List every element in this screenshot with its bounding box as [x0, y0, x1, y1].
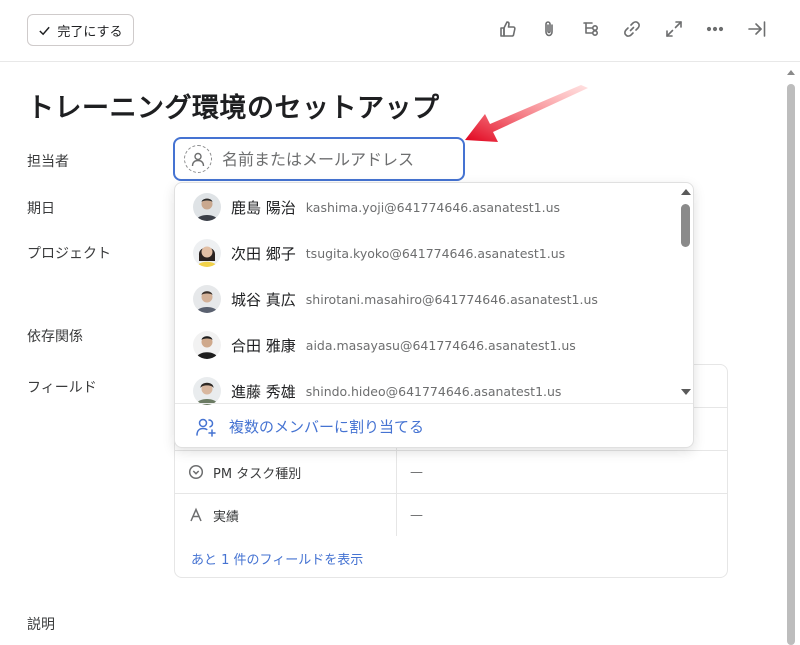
user-option[interactable]: 次田 郷子 tsugita.kyoko@641774646.asanatest1… — [175, 230, 675, 276]
user-email: aida.masayasu@641774646.asanatest1.us — [305, 337, 576, 353]
like-icon[interactable] — [497, 18, 519, 40]
field-value[interactable]: — — [397, 508, 423, 523]
assign-multiple-button[interactable]: 複数のメンバーに割り当てる — [175, 403, 693, 447]
link-icon[interactable] — [621, 18, 643, 40]
assignee-dropdown: 鹿島 陽治 kashima.yoji@641774646.asanatest1.… — [174, 182, 694, 448]
field-row-pm-task-type[interactable]: PM タスク種別 — — [175, 450, 727, 493]
field-value[interactable]: — — [397, 465, 423, 480]
user-option[interactable]: 城谷 真広 shirotani.masahiro@641774646.asana… — [175, 276, 675, 322]
assignee-label: 担当者 — [27, 154, 69, 170]
avatar — [193, 331, 221, 359]
close-panel-icon[interactable] — [746, 18, 768, 40]
add-members-icon — [196, 418, 216, 437]
avatar — [193, 239, 221, 267]
user-name: 合田 雅康 — [231, 336, 296, 355]
task-toolbar: 完了にする — [0, 0, 800, 62]
user-email: tsugita.kyoko@641774646.asanatest1.us — [305, 245, 566, 261]
assignee-search-input[interactable] — [222, 149, 442, 169]
mark-complete-label: 完了にする — [57, 24, 123, 40]
check-icon — [39, 26, 51, 35]
mark-complete-button[interactable]: 完了にする — [27, 14, 134, 46]
task-title[interactable]: トレーニング環境のセットアップ — [27, 86, 440, 125]
field-row-actual[interactable]: 実績 — — [175, 493, 727, 536]
subtask-icon[interactable] — [580, 18, 602, 40]
scrollbar-thumb[interactable] — [787, 84, 795, 645]
page-scrollbar[interactable] — [785, 70, 797, 645]
user-email: shirotani.masahiro@641774646.asanatest1.… — [305, 291, 598, 307]
fields-label: フィールド — [27, 380, 97, 396]
more-options-icon[interactable] — [704, 18, 726, 40]
user-name: 進藤 秀雄 — [231, 382, 296, 401]
user-email: kashima.yoji@641774646.asanatest1.us — [305, 199, 560, 215]
assignee-suggestion-list: 鹿島 陽治 kashima.yoji@641774646.asanatest1.… — [175, 183, 675, 405]
description-label: 説明 — [27, 617, 55, 633]
text-a-icon — [190, 507, 202, 522]
scroll-up-arrow-icon[interactable] — [681, 189, 691, 195]
dropdown-scrollbar[interactable] — [677, 183, 693, 403]
avatar — [193, 193, 221, 221]
field-name: PM タスク種別 — [213, 466, 302, 482]
user-name: 鹿島 陽治 — [231, 198, 296, 217]
chevron-circle-icon — [188, 464, 204, 480]
show-more-fields-link[interactable]: あと 1 件のフィールドを表示 — [191, 549, 363, 568]
dependencies-label: 依存関係 — [27, 329, 83, 345]
user-option[interactable]: 合田 雅康 aida.masayasu@641774646.asanatest1… — [175, 322, 675, 368]
due-date-label: 期日 — [27, 201, 55, 217]
assign-multiple-label: 複数のメンバーに割り当てる — [229, 418, 425, 436]
projects-label: プロジェクト — [27, 246, 111, 262]
user-email: shindo.hideo@641774646.asanatest1.us — [305, 383, 562, 399]
attachment-icon[interactable] — [538, 18, 560, 40]
red-arrow-icon — [465, 85, 588, 142]
dropdown-scrollbar-thumb[interactable] — [681, 204, 690, 247]
assignee-field[interactable] — [173, 137, 465, 181]
expand-icon[interactable] — [663, 18, 685, 40]
user-name: 次田 郷子 — [231, 244, 296, 263]
empty-avatar-icon — [184, 145, 212, 173]
avatar — [193, 377, 221, 405]
avatar — [193, 285, 221, 313]
field-name: 実績 — [213, 509, 240, 525]
user-option[interactable]: 鹿島 陽治 kashima.yoji@641774646.asanatest1.… — [175, 184, 675, 230]
scroll-down-arrow-icon[interactable] — [681, 389, 691, 395]
user-name: 城谷 真広 — [231, 290, 296, 309]
scroll-up-arrow-icon[interactable] — [787, 70, 795, 75]
